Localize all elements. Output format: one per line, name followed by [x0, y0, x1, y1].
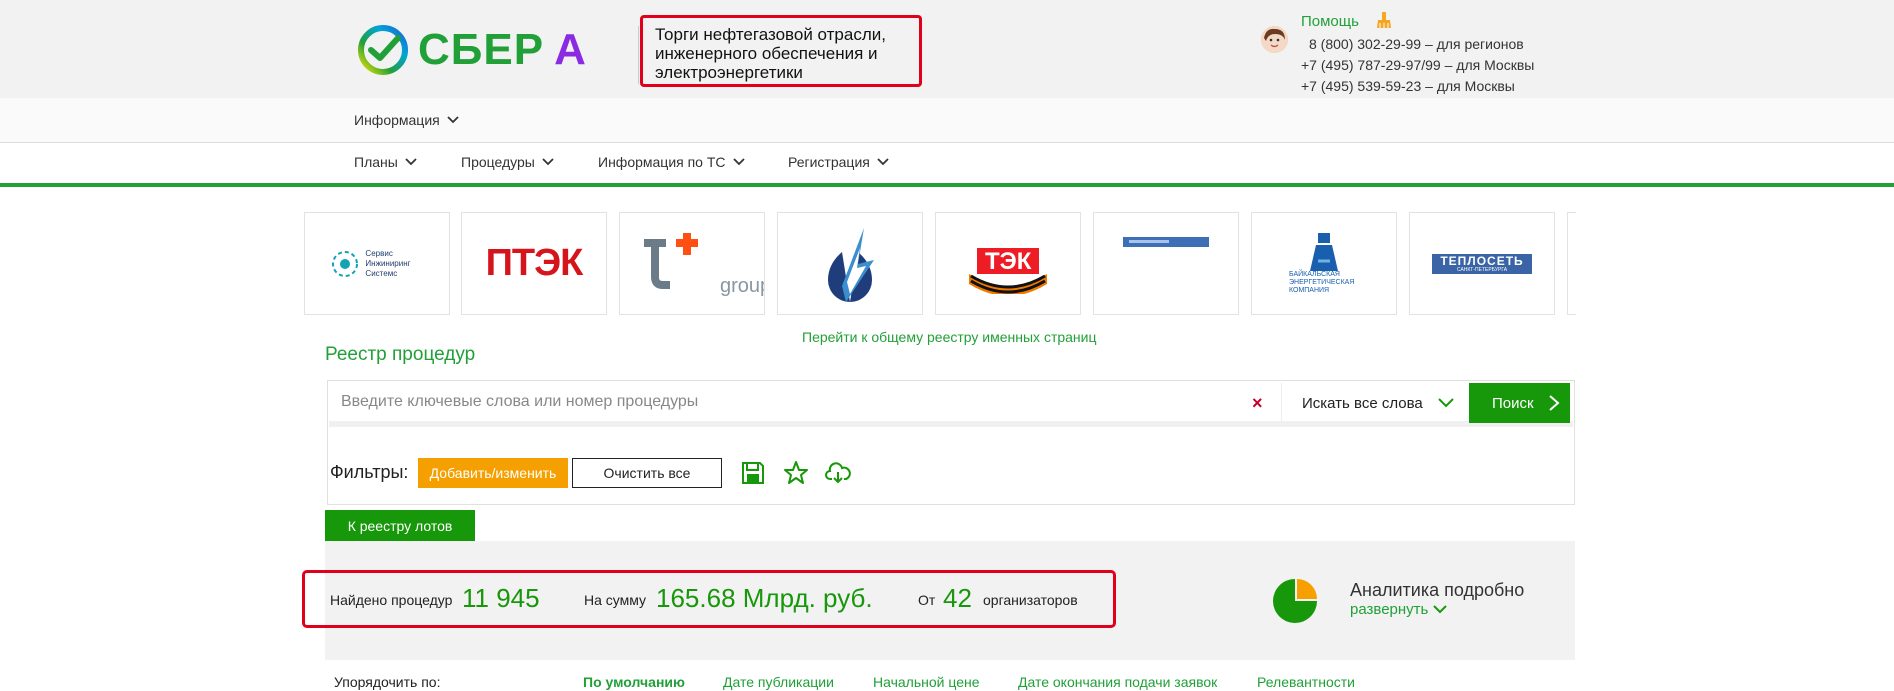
add-filter-button[interactable]: Добавить/изменить	[418, 458, 568, 488]
logo-text: СБЕР	[418, 25, 545, 74]
clear-search-icon[interactable]: ×	[1252, 393, 1263, 414]
teploset-logo-subtext: САНКТ-ПЕТЕРБУРГА	[1456, 266, 1508, 273]
partner-card-blue-banner[interactable]	[1093, 212, 1239, 315]
sber-a-logo[interactable]: СБЕР А	[356, 22, 586, 78]
all-named-pages-link[interactable]: Перейти к общему реестру именных страниц	[802, 329, 1097, 345]
phone-regions: 8 (800) 302-29-99 – для регионов	[1309, 36, 1524, 52]
organizers-value: 42	[943, 583, 972, 613]
analytics-expand-toggle[interactable]: развернуть	[1350, 601, 1448, 618]
menu-info[interactable]: Информация	[354, 112, 460, 128]
found-procedures-label: Найдено процедур	[330, 592, 453, 608]
sort-label: Упорядочить по:	[334, 674, 441, 690]
service-engineering-logo-icon	[332, 250, 359, 277]
search-button[interactable]: Поиск	[1469, 383, 1570, 423]
tek-logo-text: ТЭК	[985, 247, 1032, 275]
teploset-logo-text: ТЕПЛОСЕТЬ	[1440, 253, 1524, 268]
phone-moscow-1: +7 (495) 787-29-97/99 – для Москвы	[1301, 57, 1535, 73]
cloud-download-icon[interactable]	[825, 460, 851, 486]
partner-card-tek[interactable]: ТЭК	[935, 212, 1081, 315]
cleaning-brush-icon[interactable]	[1376, 11, 1392, 34]
chevron-down-icon	[405, 158, 417, 166]
baikal-line3: КОМПАНИЯ	[1289, 286, 1330, 294]
partner-card-teploset[interactable]: ТЕПЛОСЕТЬ САНКТ-ПЕТЕРБУРГА	[1409, 212, 1555, 315]
menu-registration-label: Регистрация	[788, 154, 870, 170]
blue-banner-logo-icon	[1123, 237, 1209, 247]
found-procedures-value: 11 945	[462, 583, 540, 613]
analytics-expand-label: развернуть	[1350, 601, 1429, 618]
help-link[interactable]: Помощь	[1301, 13, 1359, 30]
menu-procedures-label: Процедуры	[461, 154, 535, 170]
menu-ts-info-label: Информация по ТС	[598, 154, 726, 170]
section-subtitle: Торги нефтегазовой отрасли, инженерного …	[640, 15, 922, 87]
logo-letter: А	[554, 25, 586, 74]
menu-procedures[interactable]: Процедуры	[461, 154, 555, 170]
registry-title: Реестр процедур	[325, 344, 476, 365]
service-engineering-line2: Инжиниринг	[365, 258, 411, 268]
baikal-line1: БАЙКАЛЬСКАЯ	[1289, 270, 1340, 278]
clear-all-button[interactable]: Очистить все	[572, 458, 722, 488]
partner-card-energy[interactable]	[777, 212, 923, 315]
chevron-right-icon	[1549, 395, 1560, 411]
chevron-down-icon	[447, 116, 459, 124]
avatar-icon	[1261, 26, 1288, 53]
search-button-label: Поиск	[1492, 394, 1534, 412]
star-icon[interactable]	[783, 460, 809, 486]
baikal-line2: ЭНЕРГЕТИЧЕСКАЯ	[1289, 278, 1355, 286]
search-input[interactable]	[331, 383, 1245, 421]
search-mode-label: Искать все слова	[1302, 394, 1423, 412]
chevron-down-icon	[1433, 604, 1448, 613]
sum-value: 165.68 Млрд. руб.	[656, 583, 873, 613]
menu-info-label: Информация	[354, 112, 440, 128]
main-menu	[0, 143, 1894, 187]
menu-ts-info[interactable]: Информация по ТС	[598, 154, 746, 170]
t-plus-group-text: group	[720, 275, 764, 297]
lots-registry-button[interactable]: К реестру лотов	[325, 510, 475, 541]
chevron-down-icon	[877, 158, 889, 166]
info-bar	[0, 98, 1894, 143]
filters-label: Фильтры:	[330, 462, 409, 482]
service-engineering-line3: Системс	[365, 268, 398, 278]
chevron-down-icon	[542, 158, 554, 166]
ptek-logo-text: ПТЭК	[485, 242, 584, 284]
service-engineering-line1: Сервис	[365, 248, 393, 258]
sort-publication-date[interactable]: Дате публикации	[723, 674, 834, 690]
analytics-title: Аналитика подробно	[1350, 580, 1525, 600]
chevron-down-icon	[732, 158, 745, 166]
partner-card-ptek[interactable]: ПТЭК	[461, 212, 607, 315]
partner-card-partial[interactable]	[1567, 212, 1576, 315]
phone-moscow-2: +7 (495) 539-59-23 – для Москвы	[1301, 78, 1515, 94]
partner-card-baikal-energy[interactable]: БАЙКАЛЬСКАЯ ЭНЕРГЕТИЧЕСКАЯ КОМПАНИЯ	[1251, 212, 1397, 315]
sum-label: На сумму	[584, 592, 647, 608]
from-label: От	[918, 592, 936, 608]
sort-initial-price[interactable]: Начальной цене	[873, 674, 980, 690]
menu-plans-label: Планы	[354, 154, 398, 170]
header-divider	[638, 26, 639, 84]
save-filter-icon[interactable]	[740, 460, 766, 486]
sort-deadline-date[interactable]: Дате окончания подачи заявок	[1018, 674, 1217, 690]
energy-drop-logo-icon	[828, 227, 874, 302]
analytics-pie-icon[interactable]	[1272, 578, 1318, 624]
sort-default[interactable]: По умолчанию	[583, 674, 685, 690]
menu-plans[interactable]: Планы	[354, 154, 418, 170]
sber-logo-icon	[358, 25, 408, 75]
baikal-energy-logo-icon	[1310, 232, 1338, 271]
organizers-label: организаторов	[983, 592, 1078, 608]
menu-registration[interactable]: Регистрация	[788, 154, 890, 170]
sort-relevance[interactable]: Релевантности	[1257, 674, 1355, 690]
partner-card-t-plus-group[interactable]: group	[619, 212, 765, 315]
chevron-down-icon[interactable]	[1436, 393, 1456, 413]
support-avatar	[1261, 26, 1288, 53]
partner-card-service-engineering[interactable]: Сервис Инжиниринг Системс	[304, 212, 450, 315]
site-header	[0, 0, 1894, 98]
